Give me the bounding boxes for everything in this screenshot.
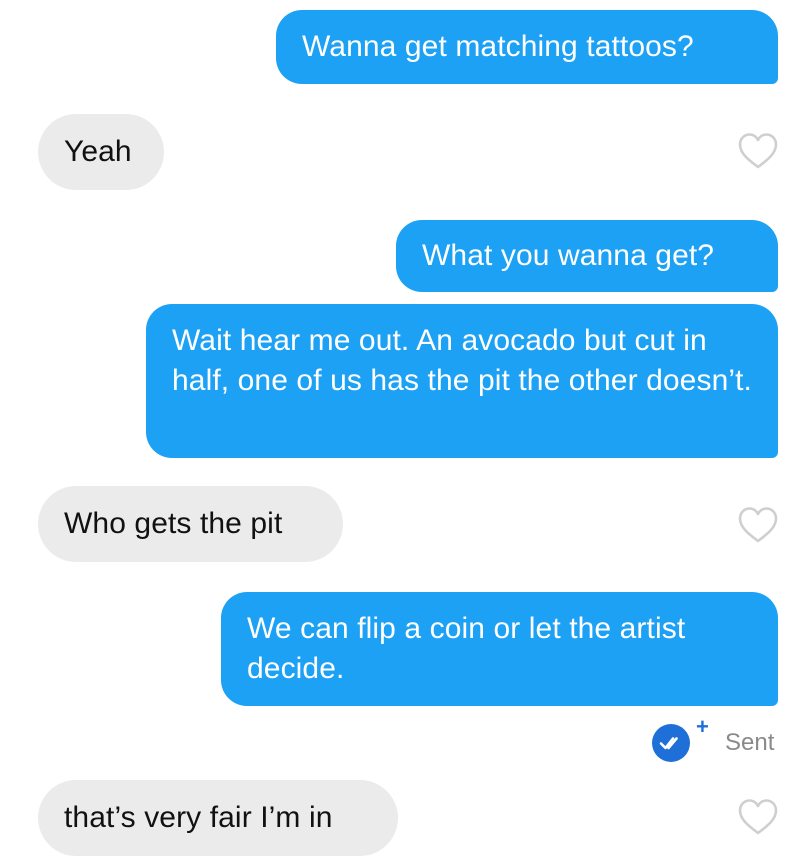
incoming-message[interactable]: that’s very fair I’m in — [38, 780, 398, 856]
sent-status: Sent — [725, 729, 775, 756]
double-check-icon — [652, 724, 690, 762]
heart-outline-icon[interactable] — [737, 506, 779, 544]
chat-screen: { "messages": [ {"direction": "outgoing"… — [0, 0, 800, 862]
outgoing-message[interactable]: Wanna get matching tattoos? — [276, 10, 778, 84]
read-receipt: + Sent — [652, 716, 792, 764]
message-text: Wait hear me out. An avocado but cut in … — [172, 324, 752, 397]
message-text: What you wanna get? — [422, 239, 715, 272]
plus-badge: + — [696, 714, 709, 739]
outgoing-message[interactable]: We can flip a coin or let the artist dec… — [221, 592, 778, 706]
message-text: Wanna get matching tattoos? — [302, 30, 694, 63]
heart-outline-icon[interactable] — [737, 132, 779, 170]
message-text: We can flip a coin or let the artist dec… — [247, 612, 686, 685]
outgoing-message[interactable]: Wait hear me out. An avocado but cut in … — [146, 304, 778, 458]
heart-outline-icon[interactable] — [737, 798, 779, 836]
message-text: Who gets the pit — [64, 507, 283, 540]
incoming-message[interactable]: Yeah — [38, 114, 164, 190]
outgoing-message[interactable]: What you wanna get? — [396, 220, 778, 292]
message-text: that’s very fair I’m in — [64, 801, 333, 834]
incoming-message[interactable]: Who gets the pit — [38, 486, 343, 562]
message-text: Yeah — [64, 135, 132, 168]
